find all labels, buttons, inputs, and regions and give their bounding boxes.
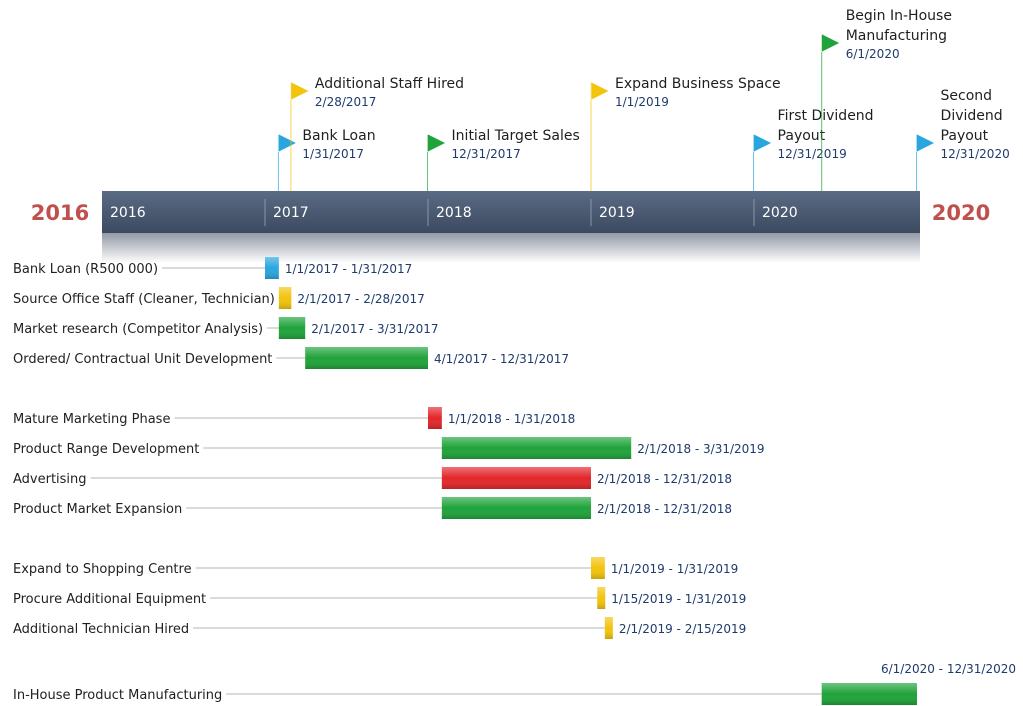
milestone: First Dividend Payout 12/31/2019 [753, 108, 874, 191]
milestone: Begin In-House Manufacturing 6/1/2020 [821, 8, 952, 191]
task-row: Market research (Competitor Analysis) 2/1… [13, 317, 439, 339]
axis-shadow [102, 233, 920, 263]
milestone-date: 12/31/2020 [941, 147, 1010, 161]
task-date-range: 1/1/2019 - 1/31/2019 [611, 562, 738, 576]
task-label: Product Market Expansion [13, 502, 182, 517]
task-bar-shade [278, 317, 306, 339]
task-label: Bank Loan (R500 000) [13, 262, 158, 277]
milestone-title: Payout [941, 128, 989, 144]
task-bar-shade [591, 557, 605, 579]
milestone-title: Bank Loan [302, 128, 375, 144]
task-row: Additional Technician Hired 2/1/2019 - 2/… [13, 617, 746, 639]
task-date-range: 2/1/2017 - 3/31/2017 [311, 322, 438, 336]
axis-tick-label: 2018 [436, 205, 472, 221]
milestone-date: 1/1/2019 [615, 95, 669, 109]
task-bar-shade [441, 497, 591, 519]
task-bar-shade [278, 287, 292, 309]
task-bar-shade [441, 467, 591, 489]
task-label: Ordered/ Contractual Unit Development [13, 352, 272, 367]
task-row: Ordered/ Contractual Unit Development 4/1… [13, 347, 569, 369]
milestone-flag [753, 133, 773, 153]
end-year-label: 2020 [932, 201, 990, 225]
task-date-range: 1/1/2017 - 1/31/2017 [285, 262, 412, 276]
task-row: Mature Marketing Phase 1/1/2018 - 1/31/20… [13, 407, 575, 429]
task-bar-shade [265, 257, 279, 279]
task-date-range: 2/1/2018 - 3/31/2019 [637, 442, 764, 456]
milestone-title: Dividend [941, 108, 1003, 124]
task-bar-shade [604, 617, 613, 639]
task-bar-shade [305, 347, 428, 369]
axis-tick-label: 2017 [273, 205, 309, 221]
task-row: Product Market Expansion 2/1/2018 - 12/31… [13, 497, 732, 519]
tasks: Bank Loan (R500 000) 1/1/2017 - 1/31/2017… [13, 257, 1016, 705]
task-date-range: 1/1/2018 - 1/31/2018 [448, 412, 575, 426]
task-date-range: 6/1/2020 - 12/31/2020 [881, 662, 1016, 676]
timeline-axis: 2016 2020 [31, 191, 990, 263]
milestone: Bank Loan 1/31/2017 [277, 128, 376, 191]
milestone-flag [916, 133, 936, 153]
task-label: Market research (Competitor Analysis) [13, 322, 263, 337]
milestone: Second Dividend Payout 12/31/2020 [916, 88, 1010, 191]
task-date-range: 2/1/2017 - 2/28/2017 [297, 292, 424, 306]
milestone-flag [821, 33, 841, 53]
task-row: Procure Additional Equipment 1/15/2019 - … [13, 587, 746, 609]
timeline-chart: 2016 2020 2016 2017 2018 2019 2020 Bank Loan… [0, 0, 1023, 706]
timeline-svg: 2016 2020 2016 2017 2018 2019 2020 Bank Loan… [13, 8, 1016, 705]
task-row: Advertising 2/1/2018 - 12/31/2018 [13, 467, 732, 489]
task-row: Expand to Shopping Centre 1/1/2019 - 1/31… [13, 557, 738, 579]
axis-tick-label: 2016 [110, 205, 146, 221]
milestone-date: 2/28/2017 [315, 95, 377, 109]
task-date-range: 2/1/2018 - 12/31/2018 [597, 502, 732, 516]
task-label: Product Range Development [13, 442, 199, 457]
milestone-date: 12/31/2017 [452, 147, 521, 161]
milestone-title: Second [941, 88, 993, 104]
milestone-date: 12/31/2019 [778, 147, 847, 161]
task-label: Procure Additional Equipment [13, 592, 206, 607]
start-year-label: 2016 [31, 201, 89, 225]
task-date-range: 2/1/2018 - 12/31/2018 [597, 472, 732, 486]
milestone-title: Expand Business Space [615, 76, 781, 92]
milestone-title: Manufacturing [846, 28, 947, 44]
task-bar-shade [821, 683, 917, 705]
task-label: Mature Marketing Phase [13, 412, 170, 427]
axis-tick-label: 2020 [762, 205, 798, 221]
task-date-range: 1/15/2019 - 1/31/2019 [611, 592, 746, 606]
task-date-range: 4/1/2017 - 12/31/2017 [434, 352, 569, 366]
task-bar-shade [428, 407, 442, 429]
axis-tick-label: 2019 [599, 205, 635, 221]
milestone-title: Initial Target Sales [452, 128, 580, 144]
milestone-title: Begin In-House [846, 8, 952, 24]
milestone-flag [590, 81, 610, 101]
task-row: In-House Product Manufacturing 6/1/2020 -… [13, 662, 1016, 705]
milestone-title: First Dividend [778, 108, 874, 124]
task-label: Additional Technician Hired [13, 622, 189, 637]
task-date-range: 2/1/2019 - 2/15/2019 [619, 622, 746, 636]
milestone-flag [427, 133, 447, 153]
milestone-title: Payout [778, 128, 826, 144]
task-bar-shade [441, 437, 632, 459]
milestone-date: 6/1/2020 [846, 47, 900, 61]
milestone-date: 1/31/2017 [302, 147, 364, 161]
milestone-flag [290, 81, 310, 101]
task-label: In-House Product Manufacturing [13, 688, 222, 703]
task-bar-shade [597, 587, 606, 609]
task-label: Expand to Shopping Centre [13, 562, 192, 577]
task-row: Source Office Staff (Cleaner, Technician… [13, 287, 425, 309]
task-label: Advertising [13, 472, 87, 487]
milestone: Initial Target Sales 12/31/2017 [427, 128, 580, 191]
milestone-title: Additional Staff Hired [315, 76, 464, 92]
milestone: Expand Business Space 1/1/2019 [590, 76, 781, 191]
milestones: Bank Loan 1/31/2017 Additional Staff Hired… [277, 8, 1010, 191]
task-label: Source Office Staff (Cleaner, Technician… [13, 292, 275, 307]
task-row: Product Range Development 2/1/2018 - 3/31… [13, 437, 765, 459]
milestone-flag [278, 133, 297, 153]
